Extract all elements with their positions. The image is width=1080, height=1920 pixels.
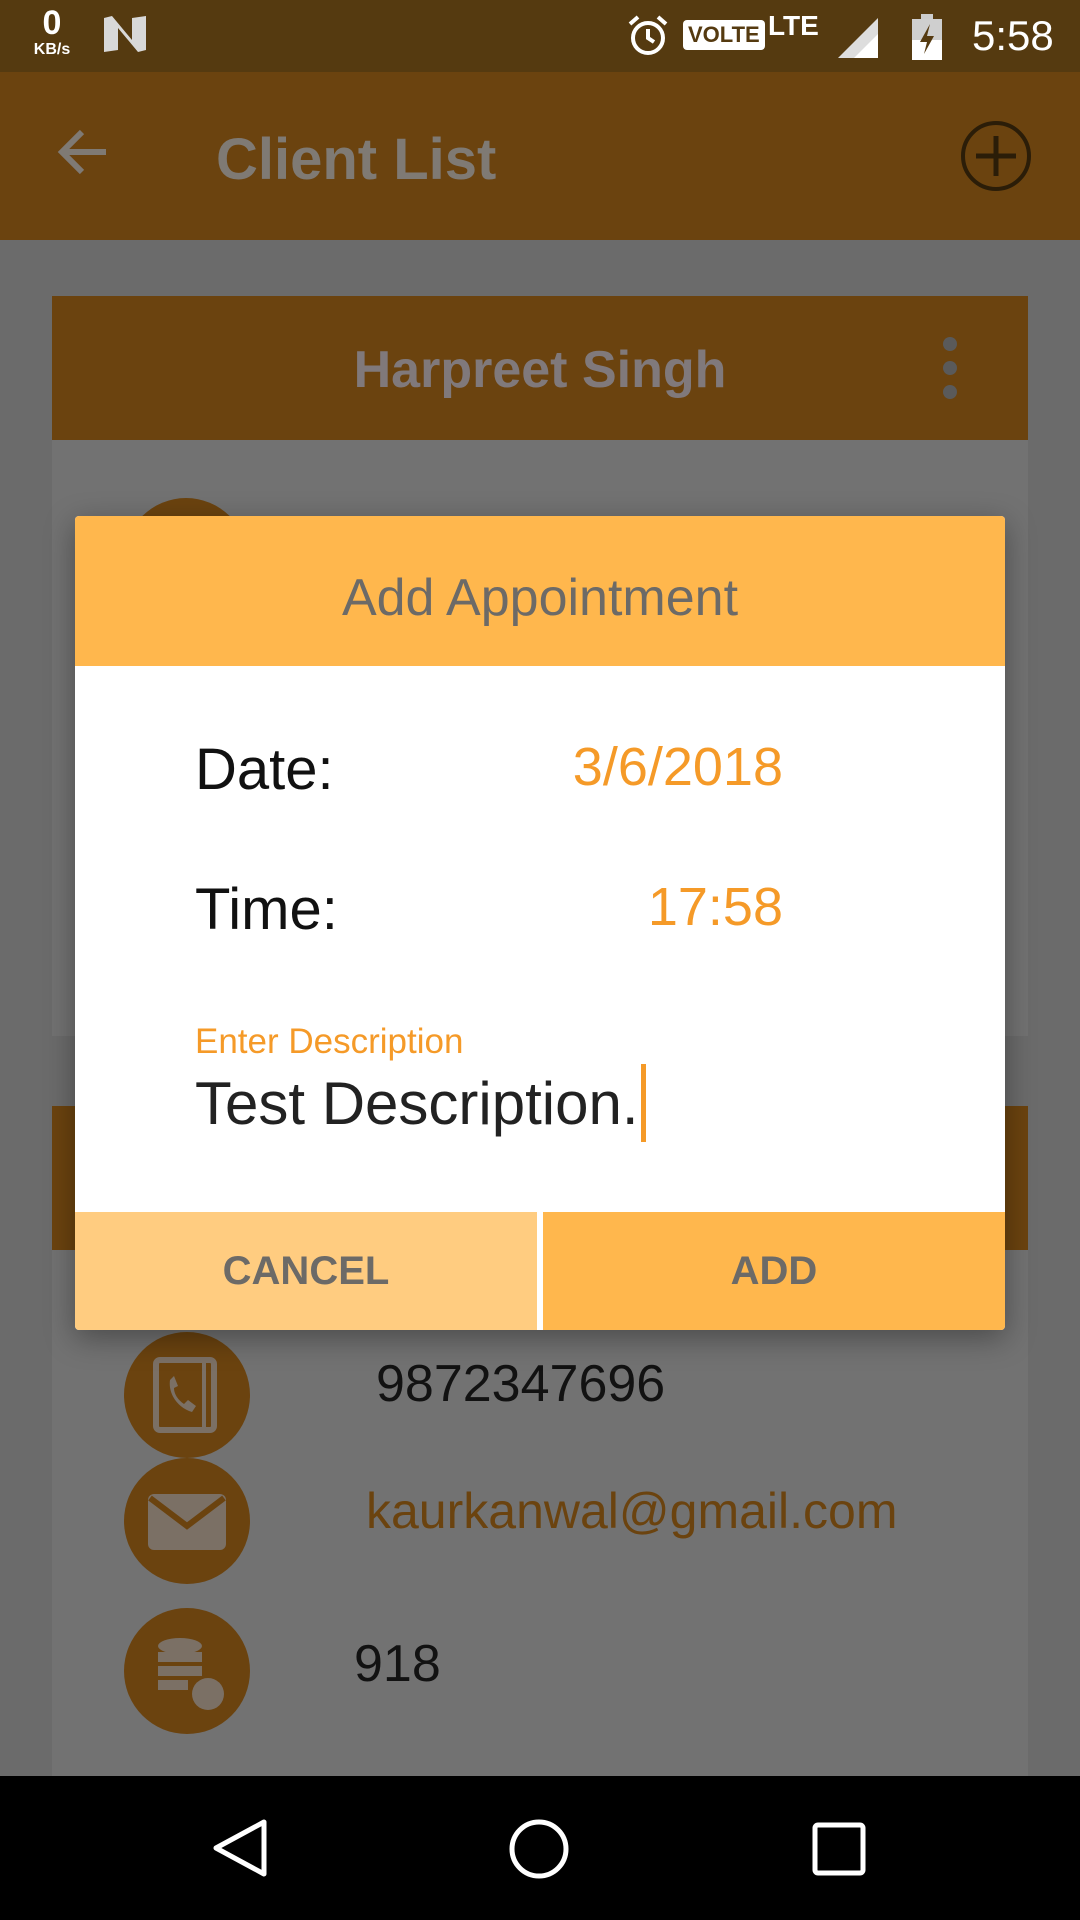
client-card-header: Harpreet Singh: [52, 296, 1028, 440]
network-speed: 0 KB/s: [22, 6, 82, 58]
count-value: 918: [354, 1635, 441, 1693]
app-bar: Client List: [0, 72, 1080, 240]
lte-label: LTE: [768, 10, 819, 41]
dialog-title: Add Appointment: [341, 569, 739, 627]
status-bar: 0 KB/s VOLTE LTE 5:58: [0, 0, 1080, 72]
phone-icon: [124, 1332, 250, 1458]
date-label: Date:: [195, 737, 334, 802]
phone-number: 9872347696: [376, 1355, 666, 1413]
add-button[interactable]: ADD: [543, 1212, 1005, 1330]
volte-badge: VOLTE: [683, 20, 765, 50]
more-vert-icon[interactable]: [938, 336, 962, 405]
description-field[interactable]: Test Description.: [195, 1064, 895, 1143]
mail-icon: [124, 1458, 250, 1584]
cancel-button[interactable]: CANCEL: [75, 1212, 537, 1330]
clock: 5:58: [972, 12, 1054, 59]
signal-icon: [836, 16, 880, 65]
system-nav-bar: [0, 1776, 1080, 1920]
description-text: Test Description.: [195, 1069, 639, 1137]
client-name: Harpreet Singh: [353, 341, 727, 399]
page-title: Client List: [216, 127, 497, 192]
date-value[interactable]: 3/6/2018: [573, 736, 783, 798]
alarm-icon: [626, 14, 670, 63]
dialog-buttons: CANCEL ADD: [75, 1212, 1005, 1330]
notification-n-icon: [102, 14, 148, 59]
add-circle-icon[interactable]: [960, 120, 1032, 197]
add-appointment-dialog: Add Appointment Date: 3/6/2018 Time: 17:…: [75, 516, 1005, 1330]
nav-home-icon[interactable]: [508, 1818, 570, 1885]
time-value[interactable]: 17:58: [648, 876, 783, 938]
database-icon: [124, 1608, 250, 1734]
dialog-header: Add Appointment: [75, 516, 1005, 666]
text-cursor: [640, 1064, 646, 1143]
time-label: Time:: [195, 877, 338, 942]
nav-back-icon[interactable]: [210, 1818, 270, 1883]
network-speed-value: 0: [42, 4, 62, 42]
arrow-back-icon[interactable]: [52, 120, 116, 189]
battery-icon: [912, 14, 942, 65]
nav-recents-icon[interactable]: [812, 1822, 866, 1881]
email-address: kaurkanwal@gmail.com: [366, 1483, 898, 1539]
description-hint: Enter Description: [195, 1022, 464, 1061]
network-speed-unit: KB/s: [33, 41, 71, 58]
